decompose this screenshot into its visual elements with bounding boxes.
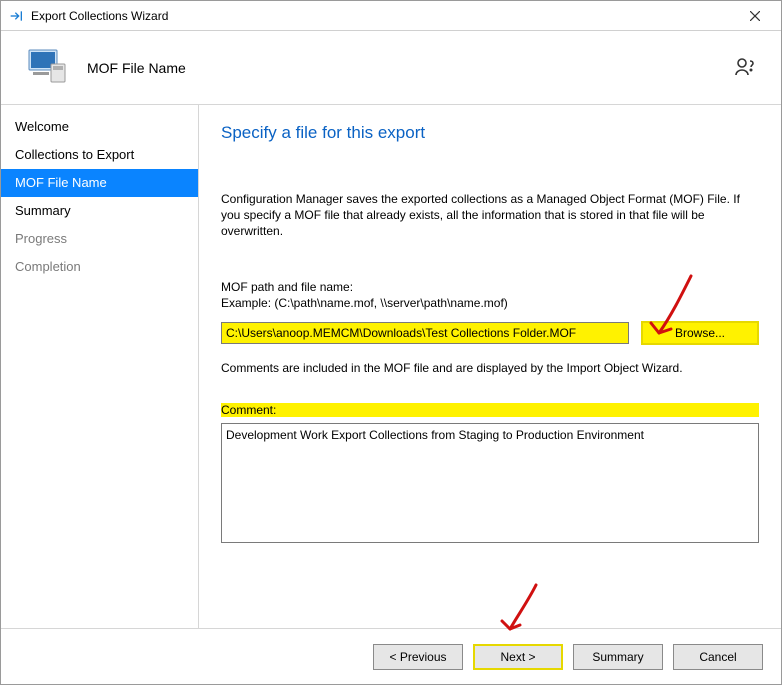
- comment-label: Comment:: [221, 403, 759, 417]
- path-row: Browse...: [221, 321, 759, 345]
- path-label: MOF path and file name:: [221, 279, 759, 295]
- sidebar-item-completion[interactable]: Completion: [1, 253, 198, 281]
- help-icon[interactable]: [733, 55, 759, 81]
- previous-button[interactable]: < Previous: [373, 644, 463, 670]
- comments-note: Comments are included in the MOF file an…: [221, 361, 759, 375]
- sidebar-item-mof-file-name[interactable]: MOF File Name: [1, 169, 198, 197]
- browse-button[interactable]: Browse...: [641, 321, 759, 345]
- export-icon: [7, 7, 25, 25]
- window-title: Export Collections Wizard: [31, 9, 735, 23]
- close-button[interactable]: [735, 2, 775, 30]
- mof-path-input[interactable]: [221, 322, 629, 344]
- sidebar-item-label: Summary: [15, 203, 71, 218]
- sidebar-item-label: Collections to Export: [15, 147, 134, 162]
- sidebar: Welcome Collections to Export MOF File N…: [1, 105, 199, 628]
- wizard-body: Welcome Collections to Export MOF File N…: [1, 105, 781, 628]
- sidebar-item-summary[interactable]: Summary: [1, 197, 198, 225]
- sidebar-item-label: Welcome: [15, 119, 69, 134]
- description-text: Configuration Manager saves the exported…: [221, 191, 759, 239]
- sidebar-item-label: Progress: [15, 231, 67, 246]
- comment-textarea[interactable]: [221, 423, 759, 543]
- wizard-footer: < Previous Next > Summary Cancel: [1, 628, 781, 684]
- path-example: Example: (C:\path\name.mof, \\server\pat…: [221, 295, 759, 311]
- sidebar-item-welcome[interactable]: Welcome: [1, 113, 198, 141]
- page-title: MOF File Name: [87, 60, 186, 76]
- wizard-header: MOF File Name: [1, 31, 781, 105]
- sidebar-item-collections-to-export[interactable]: Collections to Export: [1, 141, 198, 169]
- sidebar-item-label: Completion: [15, 259, 81, 274]
- next-button[interactable]: Next >: [473, 644, 563, 670]
- computer-icon: [23, 44, 71, 92]
- sidebar-item-label: MOF File Name: [15, 175, 107, 190]
- main-panel: Specify a file for this export Configura…: [199, 105, 781, 628]
- wizard-window: Export Collections Wizard MOF File Name: [0, 0, 782, 685]
- main-heading: Specify a file for this export: [221, 123, 759, 143]
- cancel-button[interactable]: Cancel: [673, 644, 763, 670]
- sidebar-item-progress[interactable]: Progress: [1, 225, 198, 253]
- titlebar: Export Collections Wizard: [1, 1, 781, 31]
- summary-button[interactable]: Summary: [573, 644, 663, 670]
